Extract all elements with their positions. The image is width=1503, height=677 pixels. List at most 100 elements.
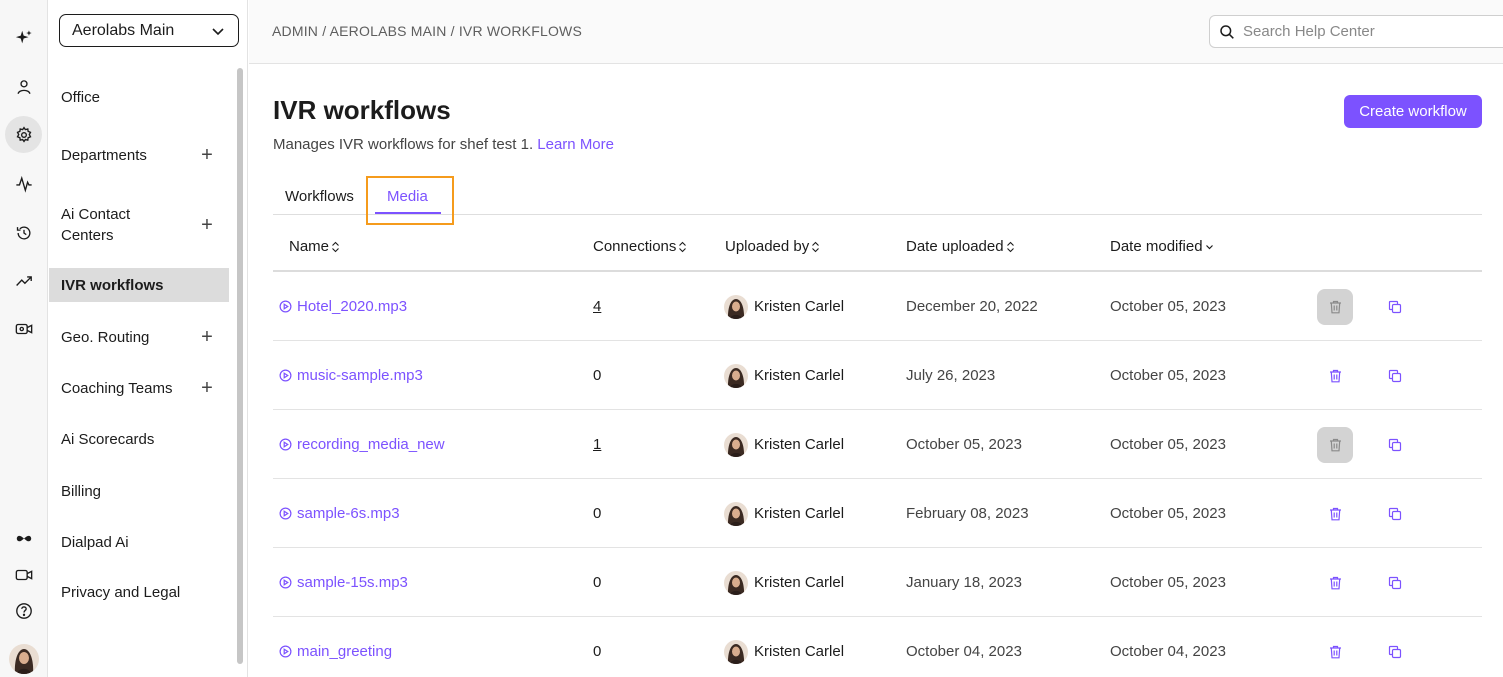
duplicate-icon: [1388, 369, 1402, 382]
duplicate-button[interactable]: [1386, 617, 1404, 677]
play-icon: [279, 507, 292, 520]
date-modified: October 05, 2023: [1110, 298, 1226, 315]
uploaded-by: Kristen Carlel: [724, 410, 844, 479]
uploaded-by: Kristen Carlel: [724, 272, 844, 341]
media-name-link[interactable]: main_greeting: [279, 617, 392, 677]
connections-count[interactable]: 1: [593, 410, 601, 479]
sort-icon: [812, 241, 820, 252]
sidebar-item-label: Dialpad Ai: [61, 533, 129, 551]
sidebar-item-label: Coaching Teams: [61, 379, 173, 397]
play-icon: [279, 438, 292, 451]
date-uploaded: January 18, 2023: [906, 574, 1022, 591]
duplicate-icon: [1388, 576, 1402, 589]
duplicate-icon: [1388, 645, 1402, 658]
sidebar-item-label: Geo. Routing: [61, 328, 150, 346]
video-icon[interactable]: [5, 556, 42, 593]
sparkle-icon[interactable]: [5, 19, 42, 56]
column-header-date-modified[interactable]: Date modified: [1110, 238, 1214, 255]
sidebar-item-geo-routing[interactable]: Geo. Routing +: [49, 326, 229, 348]
duplicate-button[interactable]: [1386, 410, 1404, 479]
uploaded-by: Kristen Carlel: [724, 479, 844, 548]
dialpad-logo-icon[interactable]: [5, 520, 42, 557]
play-icon: [279, 576, 292, 589]
sidebar-item-departments[interactable]: Departments +: [49, 144, 229, 166]
trash-icon: [1329, 645, 1341, 658]
column-header-connections[interactable]: Connections: [593, 238, 687, 255]
sidebar-item-ai-scorecards[interactable]: Ai Scorecards: [49, 428, 229, 450]
help-icon[interactable]: [5, 592, 42, 629]
column-header-date-uploaded[interactable]: Date uploaded: [906, 238, 1015, 255]
table-row: main_greeting 0 Kristen Carlel October 04, …: [273, 617, 1482, 677]
delete-button[interactable]: [1317, 617, 1353, 677]
avatar: [724, 501, 748, 526]
sidebar-scrollbar[interactable]: [237, 68, 243, 664]
user-avatar[interactable]: [9, 644, 39, 674]
org-select[interactable]: Aerolabs Main: [59, 14, 239, 47]
play-icon: [279, 645, 292, 658]
duplicate-button[interactable]: [1386, 272, 1404, 341]
delete-button[interactable]: [1317, 341, 1353, 410]
sidebar-item-coaching-teams[interactable]: Coaching Teams +: [49, 377, 229, 399]
sidebar-item-ai-contact-centers[interactable]: Ai Contact Centers +: [49, 204, 229, 246]
duplicate-icon: [1388, 300, 1402, 313]
date-modified: October 05, 2023: [1110, 505, 1226, 522]
media-name-link[interactable]: recording_media_new: [279, 410, 445, 479]
plus-icon[interactable]: +: [197, 326, 217, 349]
date-modified: October 05, 2023: [1110, 367, 1226, 384]
uploader-name: Kristen Carlel: [754, 643, 845, 660]
column-header-uploaded-by[interactable]: Uploaded by: [725, 238, 820, 255]
uploaded-by: Kristen Carlel: [724, 548, 844, 617]
page-subtitle: Manages IVR workflows for shef test 1. L…: [273, 136, 614, 153]
learn-more-link[interactable]: Learn More: [537, 136, 614, 153]
connections-count: 0: [593, 643, 602, 660]
media-name-link[interactable]: sample-6s.mp3: [279, 479, 400, 548]
chevron-down-icon: [212, 27, 224, 35]
search-icon: [1220, 24, 1234, 39]
trash-icon: [1329, 576, 1341, 589]
breadcrumb: ADMIN / AEROLABS MAIN / IVR WORKFLOWS: [272, 23, 582, 39]
uploaded-by: Kristen Carlel: [724, 341, 844, 410]
duplicate-button[interactable]: [1386, 548, 1404, 617]
media-name-link[interactable]: music-sample.mp3: [279, 341, 423, 410]
gear-icon[interactable]: [5, 116, 42, 153]
table-row: Hotel_2020.mp3 4 Kristen Carlel December 20…: [273, 272, 1482, 341]
sidebar-item-privacy-and-legal[interactable]: Privacy and Legal: [49, 581, 229, 603]
sidebar-item-ivr-workflows[interactable]: IVR workflows: [49, 268, 229, 302]
tab-workflows[interactable]: Workflows: [285, 188, 354, 205]
trend-icon[interactable]: [5, 262, 42, 299]
sidebar-item-billing[interactable]: Billing: [49, 480, 229, 502]
sidebar-item-office[interactable]: Office: [49, 86, 229, 108]
create-workflow-button[interactable]: Create workflow: [1344, 95, 1482, 128]
plus-icon[interactable]: +: [197, 377, 217, 400]
plus-icon[interactable]: +: [197, 214, 217, 237]
date-modified: October 05, 2023: [1110, 574, 1226, 591]
delete-button[interactable]: [1317, 548, 1353, 617]
date-uploaded: October 04, 2023: [906, 643, 1022, 660]
icon-rail: [0, 0, 48, 677]
sort-descending-icon: [1205, 244, 1213, 249]
person-icon[interactable]: [5, 68, 42, 105]
duplicate-button[interactable]: [1386, 341, 1404, 410]
column-header-label: Date modified: [1110, 238, 1203, 255]
column-header-label: Date uploaded: [906, 238, 1004, 255]
activity-icon[interactable]: [5, 165, 42, 202]
connections-count: 0: [593, 367, 602, 384]
connections-count[interactable]: 4: [593, 272, 601, 341]
column-header-name[interactable]: Name: [289, 238, 340, 255]
media-name-link[interactable]: Hotel_2020.mp3: [279, 272, 407, 341]
search-box[interactable]: [1209, 15, 1503, 48]
video-settings-icon[interactable]: [5, 310, 42, 347]
sidebar-item-dialpad-ai[interactable]: Dialpad Ai: [49, 531, 229, 553]
delete-button[interactable]: [1317, 479, 1353, 548]
search-input[interactable]: [1243, 23, 1483, 40]
media-name: Hotel_2020.mp3: [297, 298, 408, 315]
history-icon[interactable]: [5, 214, 42, 251]
plus-icon[interactable]: +: [197, 144, 217, 167]
trash-icon: [1329, 300, 1341, 313]
uploader-name: Kristen Carlel: [754, 574, 845, 591]
delete-button: [1317, 410, 1353, 479]
media-name-link[interactable]: sample-15s.mp3: [279, 548, 408, 617]
date-uploaded: October 05, 2023: [906, 436, 1022, 453]
date-modified: October 04, 2023: [1110, 643, 1226, 660]
duplicate-button[interactable]: [1386, 479, 1404, 548]
